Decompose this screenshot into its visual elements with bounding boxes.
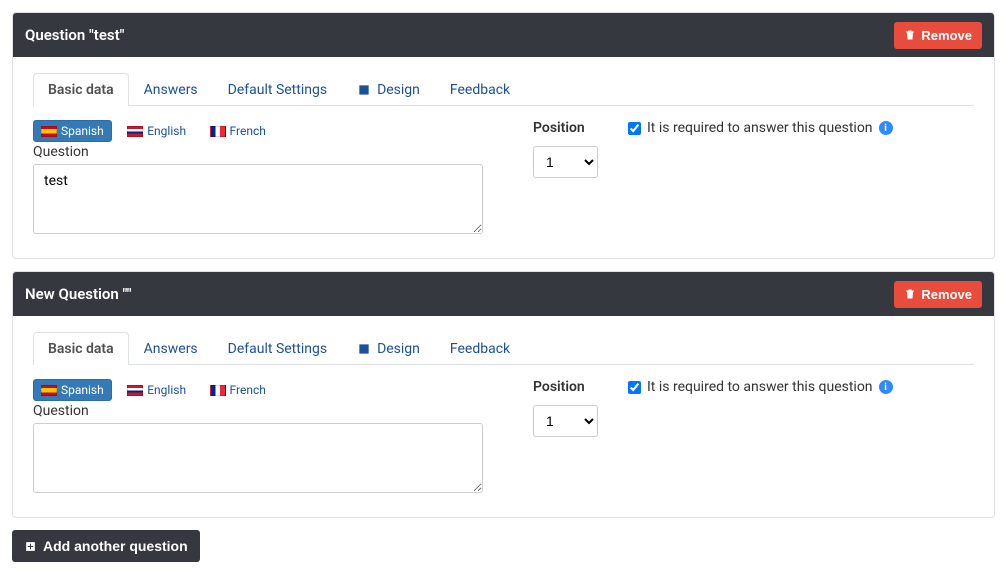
lang-tab-spanish[interactable]: Spanish <box>33 120 112 142</box>
tab-answers[interactable]: Answers <box>129 332 213 365</box>
language-tabs: Spanish English French <box>33 379 493 401</box>
tab-design-label: Design <box>377 82 420 98</box>
lang-tab-french[interactable]: French <box>202 120 274 142</box>
tab-design-label: Design <box>377 341 420 357</box>
tabs: Basic data Answers Default Settings Desi… <box>33 73 974 106</box>
question-card: Question "test" Remove Basic data Answer… <box>12 12 995 259</box>
tab-default-settings[interactable]: Default Settings <box>213 73 342 106</box>
trash-icon <box>904 288 916 300</box>
lang-label: Spanish <box>61 124 104 138</box>
spain-flag-icon <box>41 126 57 137</box>
position-select[interactable]: 1 <box>533 146 598 178</box>
tab-feedback[interactable]: Feedback <box>435 73 525 106</box>
image-icon <box>357 83 371 97</box>
tab-answers[interactable]: Answers <box>129 73 213 106</box>
france-flag-icon <box>210 126 226 137</box>
required-group[interactable]: It is required to answer this question i <box>628 379 893 395</box>
info-icon[interactable]: i <box>879 380 893 394</box>
left-column: Spanish English French Question <box>33 379 493 497</box>
add-another-question-button[interactable]: Add another question <box>12 530 200 562</box>
required-label: It is required to answer this question <box>647 120 873 136</box>
lang-label: English <box>147 383 186 397</box>
image-icon <box>357 342 371 356</box>
required-checkbox[interactable] <box>628 381 641 394</box>
position-group: Position 1 <box>533 379 598 437</box>
question-label: Question <box>33 403 493 419</box>
france-flag-icon <box>210 385 226 396</box>
position-label: Position <box>533 120 598 136</box>
position-select[interactable]: 1 <box>533 405 598 437</box>
tab-design[interactable]: Design <box>342 73 435 106</box>
add-another-label: Add another question <box>43 538 188 554</box>
language-tabs: Spanish English French <box>33 120 493 142</box>
lang-tab-french[interactable]: French <box>202 379 274 401</box>
tab-default-settings[interactable]: Default Settings <box>213 332 342 365</box>
question-textarea[interactable] <box>33 164 483 234</box>
required-checkbox[interactable] <box>628 122 641 135</box>
position-label: Position <box>533 379 598 395</box>
tabs: Basic data Answers Default Settings Desi… <box>33 332 974 365</box>
info-icon[interactable]: i <box>879 121 893 135</box>
position-group: Position 1 <box>533 120 598 178</box>
lang-tab-english[interactable]: English <box>119 379 194 401</box>
uk-flag-icon <box>127 385 143 396</box>
question-textarea[interactable] <box>33 423 483 493</box>
right-top-row: Position 1 It is required to answer this… <box>533 379 974 437</box>
lang-label: Spanish <box>61 383 104 397</box>
lang-tab-spanish[interactable]: Spanish <box>33 379 112 401</box>
card-header: Question "test" Remove <box>13 13 994 57</box>
card-title: Question "test" <box>25 26 124 44</box>
lang-label: English <box>147 124 186 138</box>
lang-label: French <box>230 124 266 138</box>
tab-body: Spanish English French Question Position… <box>33 379 974 497</box>
spain-flag-icon <box>41 385 57 396</box>
remove-label: Remove <box>921 28 972 43</box>
remove-label: Remove <box>921 287 972 302</box>
required-label: It is required to answer this question <box>647 379 873 395</box>
right-column: Position 1 It is required to answer this… <box>533 120 974 238</box>
tab-basic-data[interactable]: Basic data <box>33 73 129 106</box>
right-top-row: Position 1 It is required to answer this… <box>533 120 974 178</box>
card-body: Basic data Answers Default Settings Desi… <box>13 316 994 517</box>
right-column: Position 1 It is required to answer this… <box>533 379 974 497</box>
tab-feedback[interactable]: Feedback <box>435 332 525 365</box>
tab-body: Spanish English French Question Position… <box>33 120 974 238</box>
question-label: Question <box>33 144 493 160</box>
trash-icon <box>904 29 916 41</box>
tab-design[interactable]: Design <box>342 332 435 365</box>
plus-icon <box>24 540 37 553</box>
question-card: New Question "" Remove Basic data Answer… <box>12 271 995 518</box>
uk-flag-icon <box>127 126 143 137</box>
left-column: Spanish English French Question <box>33 120 493 238</box>
required-group[interactable]: It is required to answer this question i <box>628 120 893 136</box>
card-header: New Question "" Remove <box>13 272 994 316</box>
remove-button[interactable]: Remove <box>894 22 982 49</box>
tab-basic-data[interactable]: Basic data <box>33 332 129 365</box>
card-body: Basic data Answers Default Settings Desi… <box>13 57 994 258</box>
lang-label: French <box>230 383 266 397</box>
remove-button[interactable]: Remove <box>894 281 982 308</box>
card-title: New Question "" <box>25 285 132 303</box>
lang-tab-english[interactable]: English <box>119 120 194 142</box>
